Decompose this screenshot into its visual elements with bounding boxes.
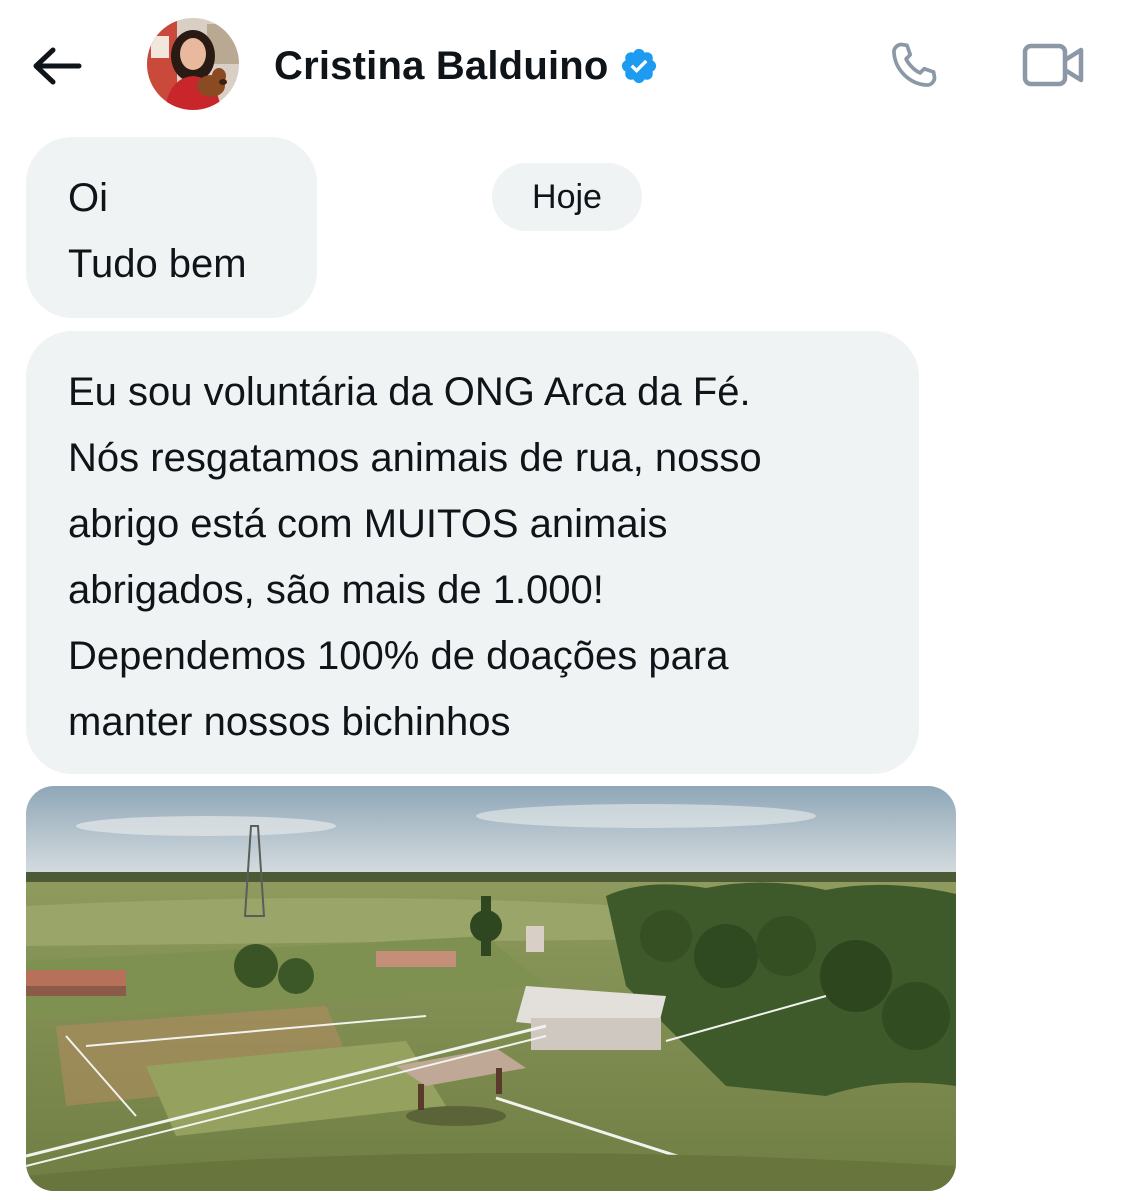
verified-badge-icon: [621, 48, 656, 84]
message-line: Oi: [68, 176, 108, 220]
contact-name: Cristina Balduino: [274, 43, 609, 88]
message-photo[interactable]: [26, 786, 956, 1191]
avatar[interactable]: [147, 18, 239, 110]
call-button[interactable]: [880, 34, 948, 96]
message-bubble[interactable]: Eu sou voluntária da ONG Arca da Fé. Nós…: [26, 331, 919, 774]
message-line: abrigo está com MUITOS animais: [68, 502, 668, 546]
message-line: Tudo bem: [68, 242, 247, 286]
message-line: abrigados, são mais de 1.000!: [68, 568, 604, 612]
conversation-header: Cristina Balduino: [0, 0, 1135, 128]
contact-name-link[interactable]: Cristina Balduino: [274, 36, 659, 96]
message-line: Dependemos 100% de doações para: [68, 634, 729, 678]
message-line: Nós resgatamos animais de rua, nosso: [68, 436, 762, 480]
video-call-button[interactable]: [1016, 34, 1092, 96]
message-line: manter nossos bichinhos: [68, 700, 511, 744]
message-bubble[interactable]: Oi Tudo bem: [26, 137, 317, 318]
shelter-aerial-photo: [26, 786, 956, 1191]
date-divider: Hoje: [492, 163, 642, 231]
back-button[interactable]: [28, 40, 84, 92]
arrow-left-icon: [33, 47, 82, 85]
phone-icon: [892, 42, 937, 87]
message-line: Eu sou voluntária da ONG Arca da Fé.: [68, 370, 751, 414]
video-camera-icon: [1022, 43, 1084, 87]
